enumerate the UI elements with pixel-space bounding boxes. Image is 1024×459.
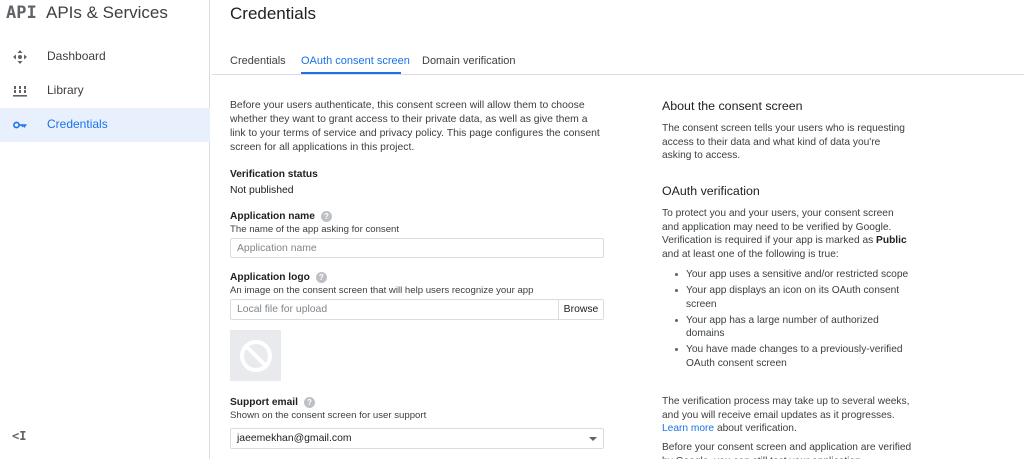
api-logo: API	[6, 3, 37, 23]
oauth-verification-heading: OAuth verification	[662, 184, 760, 198]
public-emphasis: Public	[876, 235, 907, 246]
application-name-help: The name of the app asking for consent	[230, 224, 400, 235]
chevron-down-icon	[589, 437, 597, 441]
process-text-part: The verification process may take up to …	[662, 396, 910, 421]
about-consent-text: The consent screen tells your users who …	[662, 123, 905, 161]
sidebar-item-label: Dashboard	[47, 49, 106, 63]
oauth-text-part: To protect you and your users, your cons…	[662, 208, 894, 246]
page-title: Credentials	[230, 4, 316, 23]
verification-status-value: Not published	[230, 185, 294, 196]
learn-more-link[interactable]: Learn more	[662, 423, 714, 434]
sidebar-item-label: Credentials	[47, 117, 108, 131]
application-name-label: Application name?	[230, 211, 332, 222]
sidebar-item-library[interactable]: Library	[0, 74, 210, 108]
application-name-label-text: Application name	[230, 211, 315, 222]
list-item: You have made changes to a previously-ve…	[672, 343, 912, 370]
tab-credentials[interactable]: Credentials	[230, 55, 286, 67]
help-icon[interactable]: ?	[315, 272, 327, 283]
collapse-sidebar-icon[interactable]: <I	[12, 429, 26, 443]
list-item: Your app uses a sensitive and/or restric…	[672, 268, 912, 282]
application-name-input[interactable]	[230, 238, 604, 258]
sidebar: API APIs & Services Dashboard Library Cr…	[0, 0, 210, 459]
help-icon[interactable]: ?	[320, 211, 332, 222]
library-icon	[13, 86, 27, 97]
application-logo-help: An image on the consent screen that will…	[230, 285, 534, 296]
about-consent-heading: About the consent screen	[662, 99, 803, 113]
dashboard-icon	[13, 50, 27, 64]
application-logo-label: Application logo?	[230, 272, 327, 283]
active-tab-indicator	[301, 72, 401, 74]
no-image-icon	[239, 339, 272, 372]
support-email-help: Shown on the consent screen for user sup…	[230, 410, 427, 421]
logo-file-input[interactable]	[231, 300, 557, 319]
tab-oauth-consent-screen[interactable]: OAuth consent screen	[301, 55, 410, 67]
tab-domain-verification[interactable]: Domain verification	[422, 55, 516, 67]
oauth-verification-text: To protect you and your users, your cons…	[662, 207, 912, 261]
help-icon[interactable]: ?	[303, 397, 315, 408]
support-email-value: jaeemekhan@gmail.com	[237, 433, 352, 444]
verification-status-label: Verification status	[230, 169, 318, 180]
brand-header: API APIs & Services	[0, 0, 210, 30]
app-title: APIs & Services	[46, 3, 168, 22]
sidebar-item-dashboard[interactable]: Dashboard	[0, 40, 210, 74]
browse-button[interactable]: Browse	[558, 300, 603, 319]
support-email-select[interactable]: jaeemekhan@gmail.com	[230, 428, 604, 449]
tab-bar: Credentials OAuth consent screen Domain …	[212, 44, 1024, 75]
list-item: Your app has a large number of authorize…	[672, 314, 912, 341]
list-item: Your app displays an icon on its OAuth c…	[672, 284, 912, 311]
support-email-label: Support email?	[230, 397, 315, 408]
key-icon	[13, 121, 27, 129]
logo-file-upload: Browse	[230, 299, 604, 320]
verification-criteria-list: Your app uses a sensitive and/or restric…	[672, 268, 912, 373]
app-root: API APIs & Services Dashboard Library Cr…	[0, 0, 1024, 459]
application-logo-label-text: Application logo	[230, 272, 310, 283]
logo-preview	[230, 330, 281, 381]
support-email-label-text: Support email	[230, 397, 298, 408]
verification-process-text: The verification process may take up to …	[662, 395, 912, 436]
sidebar-item-credentials[interactable]: Credentials	[0, 108, 210, 142]
oauth-text-part: and at least one of the following is tru…	[662, 248, 839, 260]
before-verification-text: Before your consent screen and applicati…	[662, 442, 912, 459]
consent-intro-text: Before your users authenticate, this con…	[230, 100, 600, 153]
process-text-part: about verification.	[714, 423, 797, 434]
sidebar-item-label: Library	[47, 83, 84, 97]
